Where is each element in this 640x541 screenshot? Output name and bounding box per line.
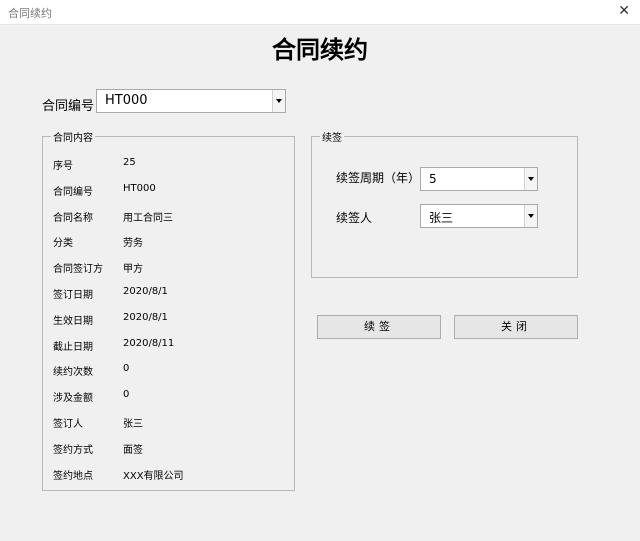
field-label: 截止日期	[53, 341, 93, 353]
renew-period-combobox[interactable]: 5	[420, 167, 538, 191]
field-value: 0	[123, 363, 130, 375]
chevron-down-icon[interactable]	[272, 90, 285, 112]
contract-content-legend: 合同内容	[51, 129, 95, 144]
field-label: 签订日期	[53, 290, 93, 301]
field-value: XXX有限公司	[123, 470, 184, 482]
renew-period-label: 续签周期（年）	[336, 171, 421, 185]
title-bar: 合同续约 ✕	[0, 0, 640, 25]
chevron-down-icon[interactable]	[524, 205, 537, 227]
page-title: 合同续约	[272, 36, 368, 64]
field-value: HT000	[123, 182, 156, 194]
field-label: 续约次数	[53, 367, 93, 379]
field-label: 合同签订方	[53, 264, 103, 276]
renew-person-value: 张三	[429, 211, 454, 225]
field-value: 0	[123, 389, 130, 401]
chevron-down-icon[interactable]	[524, 168, 537, 190]
renew-button[interactable]: 续签	[317, 315, 441, 339]
contract-no-label: 合同编号	[42, 99, 95, 114]
field-value: 2020/8/1	[123, 286, 168, 297]
field-label: 分类	[53, 238, 73, 250]
contract-content-group: 合同内容 序号 25 合同编号 HT000 合同名称 用工合同三分类 劳务合同签订方 甲方签订…	[42, 129, 295, 491]
field-value: 面签	[123, 444, 143, 456]
close-icon[interactable]: ✕	[618, 3, 630, 19]
field-value: 劳务	[123, 238, 143, 250]
renew-group: 续签 续签周期（年） 5 续签人 张三	[311, 129, 578, 278]
field-label: 序号	[53, 161, 73, 172]
renew-legend: 续签	[320, 129, 344, 144]
field-value: 张三	[123, 419, 143, 430]
field-label: 合同编号	[53, 186, 93, 198]
renew-period-value: 5	[429, 172, 437, 186]
field-label: 涉及金额	[53, 393, 93, 405]
field-value: 2020/8/11	[123, 337, 175, 349]
contract-no-value: HT000	[105, 93, 148, 108]
field-label: 签约方式	[53, 444, 93, 456]
field-label: 合同名称	[53, 212, 93, 224]
field-label: 生效日期	[53, 315, 93, 327]
field-value: 2020/8/1	[123, 311, 168, 323]
window-title: 合同续约	[8, 7, 52, 20]
close-button[interactable]: 关闭	[454, 315, 578, 339]
renew-person-label: 续签人	[336, 211, 373, 225]
field-value: 用工合同三	[123, 212, 173, 224]
field-label: 签约地点	[53, 470, 93, 482]
field-label: 签订人	[53, 419, 83, 430]
field-value: 25	[123, 157, 136, 168]
field-value: 甲方	[123, 264, 143, 276]
renew-person-combobox[interactable]: 张三	[420, 204, 538, 228]
contract-no-combobox[interactable]: HT000	[96, 89, 286, 113]
